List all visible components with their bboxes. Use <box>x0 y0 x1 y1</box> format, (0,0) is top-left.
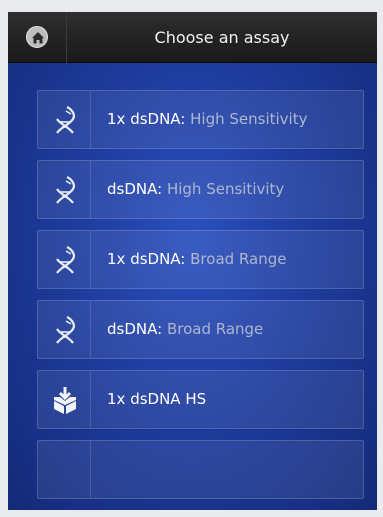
dna-icon <box>56 316 75 344</box>
assay-icon-cell <box>38 91 91 148</box>
assay-item-1x-dsdna-hs-custom[interactable]: 1x dsDNA HS <box>37 370 364 429</box>
dna-icon <box>56 106 75 134</box>
title-bar: Choose an assay <box>8 12 377 63</box>
assay-icon-cell <box>38 371 91 428</box>
assay-range: High Sensitivity <box>190 110 308 128</box>
assay-item-dsdna-broad-range[interactable]: dsDNA: Broad Range <box>37 300 364 359</box>
assay-item-dsdna-high-sensitivity[interactable]: dsDNA: High Sensitivity <box>37 160 364 219</box>
assay-range: Broad Range <box>190 250 287 268</box>
assay-name: dsDNA: <box>107 320 163 338</box>
app-screen: Choose an assay 1x dsDNA: High Sensitivi… <box>8 12 377 510</box>
assay-label: dsDNA: Broad Range <box>107 301 263 358</box>
home-button[interactable] <box>8 12 67 63</box>
assay-item-empty[interactable] <box>37 440 364 499</box>
assay-name: 1x dsDNA: <box>107 250 186 268</box>
assay-icon-cell <box>38 301 91 358</box>
assay-icon-cell <box>38 441 91 498</box>
assay-name: dsDNA: <box>107 180 163 198</box>
assay-label: dsDNA: High Sensitivity <box>107 161 284 218</box>
dna-icon <box>56 246 75 274</box>
assay-range: High Sensitivity <box>166 180 285 198</box>
assay-icon-cell <box>38 231 91 288</box>
assay-label: 1x dsDNA HS <box>107 371 206 428</box>
assay-range: Broad Range <box>166 320 264 338</box>
assay-name: 1x dsDNA: <box>107 110 186 128</box>
assay-label: 1x dsDNA: High Sensitivity <box>107 91 307 148</box>
assay-icon-cell <box>38 161 91 218</box>
dna-icon <box>56 176 75 204</box>
assay-item-1x-dsdna-high-sensitivity[interactable]: 1x dsDNA: High Sensitivity <box>37 90 364 149</box>
assay-name: 1x dsDNA HS <box>107 390 207 408</box>
page-title: Choose an assay <box>154 28 290 47</box>
assay-item-1x-dsdna-broad-range[interactable]: 1x dsDNA: Broad Range <box>37 230 364 289</box>
download-box-icon <box>54 387 76 414</box>
assay-label: 1x dsDNA: Broad Range <box>107 231 286 288</box>
home-icon <box>26 26 48 48</box>
